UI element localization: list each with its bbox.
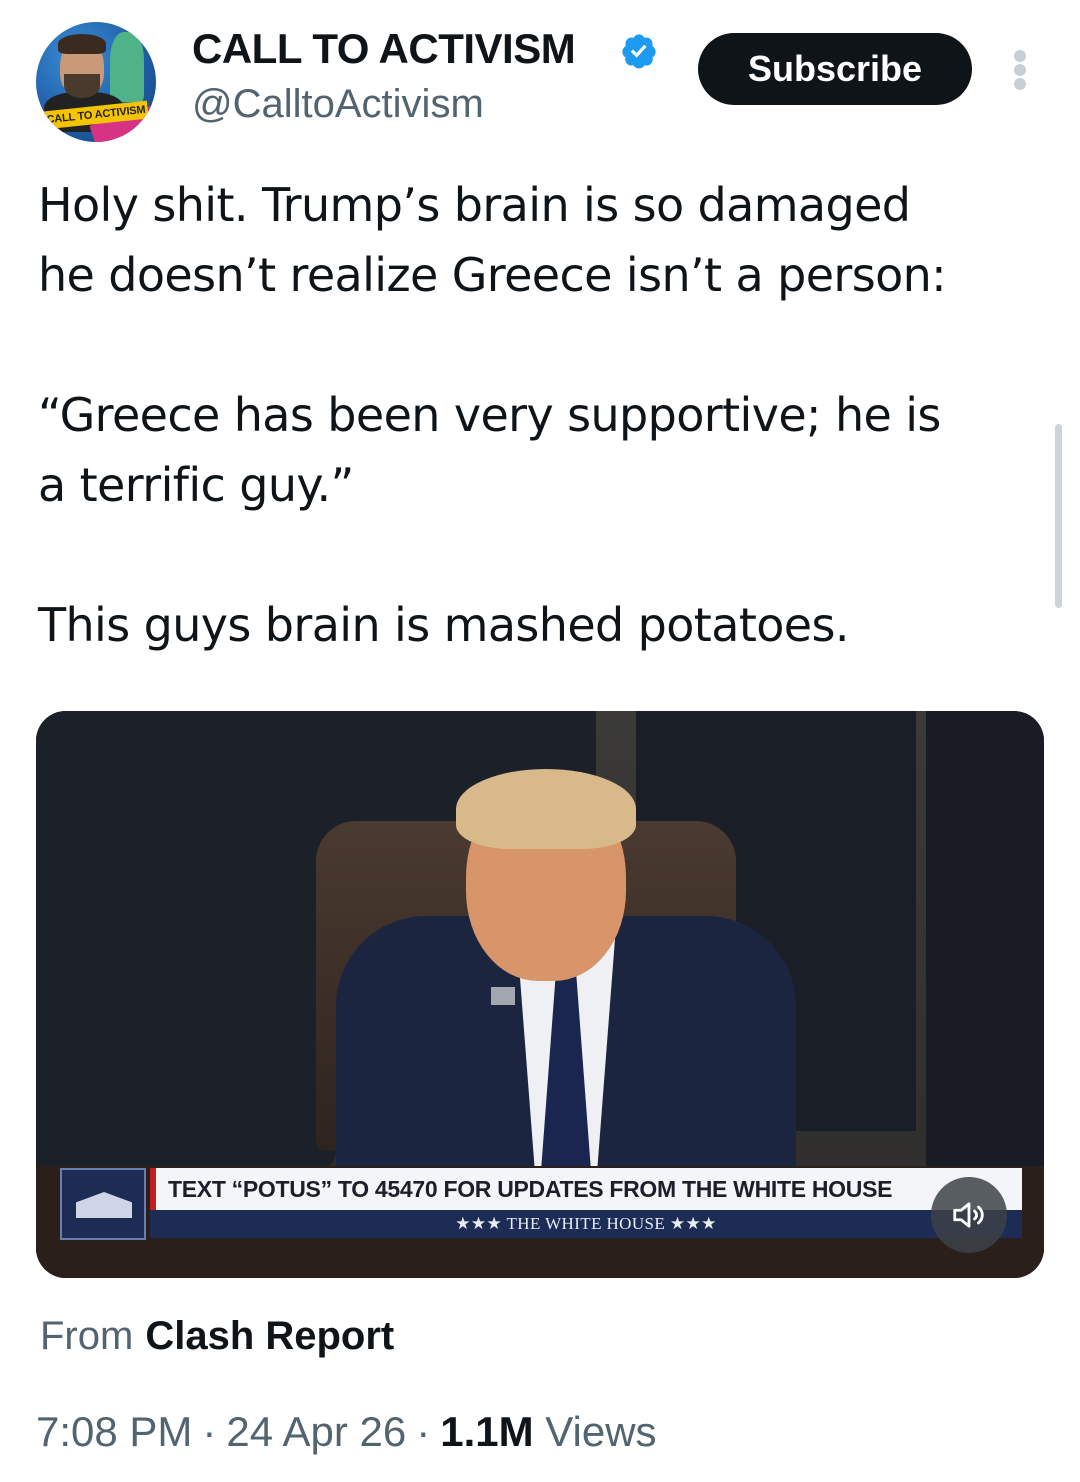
mute-toggle-button[interactable] [931,1177,1007,1253]
avatar-beard [64,74,100,98]
video-player[interactable]: TEXT “POTUS” TO 45470 FOR UPDATES FROM T… [36,711,1044,1278]
tweet-line: a terrific guy.” [38,458,354,512]
bystander [36,711,336,1171]
lower-third: TEXT “POTUS” TO 45470 FOR UPDATES FROM T… [60,1168,1022,1240]
tweet-line: he doesn’t realize Greece isn’t a person… [38,248,947,302]
video-watermark [491,981,591,1011]
media-source: From Clash Report [40,1310,394,1362]
tweet-paragraph: This guys brain is mashed potatoes. [38,590,849,660]
tweet-meta: 7:08 PM · 24 Apr 26 · 1.1M Views [36,1404,657,1460]
speaker-muted-icon [953,1202,984,1228]
more-dot [1014,78,1026,90]
subscribe-button[interactable]: Subscribe [698,33,972,105]
bystander [926,711,1044,1171]
tweet-line: This guys brain is mashed potatoes. [38,598,849,652]
watermark-logo-icon [491,987,515,1005]
tweet-paragraph: Holy shit. Trump’s brain is so damaged h… [38,170,947,310]
tweet-paragraph: “Greece has been very supportive; he is … [38,380,941,520]
speaker-hair [456,769,636,849]
views-count[interactable]: 1.1M [440,1408,533,1455]
avatar-statue [110,32,144,102]
meta-separator: · [416,1408,431,1455]
meta-separator: · [202,1408,217,1455]
white-house-building-icon [76,1192,132,1218]
author-avatar[interactable]: CALL TO ACTIVISM [36,22,156,142]
tweet-time[interactable]: 7:08 PM [36,1408,192,1455]
lower-third-headline: TEXT “POTUS” TO 45470 FOR UPDATES FROM T… [150,1168,1022,1210]
tweet-line: “Greece has been very supportive; he is [38,388,941,442]
avatar-hair [58,34,106,54]
more-dot [1014,50,1026,62]
tweet-date[interactable]: 24 Apr 26 [226,1408,406,1455]
media-source-label: From [40,1314,134,1358]
verified-badge-icon [622,34,656,69]
author-handle[interactable]: @CalltoActivism [192,80,484,128]
more-vertical-icon[interactable] [1005,46,1035,90]
white-house-logo-icon [60,1168,146,1240]
tweet-line: Holy shit. Trump’s brain is so damaged [38,178,911,232]
tweet-page: CALL TO ACTIVISM CALL TO ACTIVISM @Callt… [0,0,1080,1482]
more-dot [1014,64,1026,76]
views-label: Views [545,1408,657,1455]
media-source-link[interactable]: Clash Report [145,1314,394,1358]
scrollbar-thumb[interactable] [1055,424,1062,608]
author-name[interactable]: CALL TO ACTIVISM [192,24,576,74]
lower-third-subtitle: ★★★ THE WHITE HOUSE ★★★ [150,1210,1022,1238]
